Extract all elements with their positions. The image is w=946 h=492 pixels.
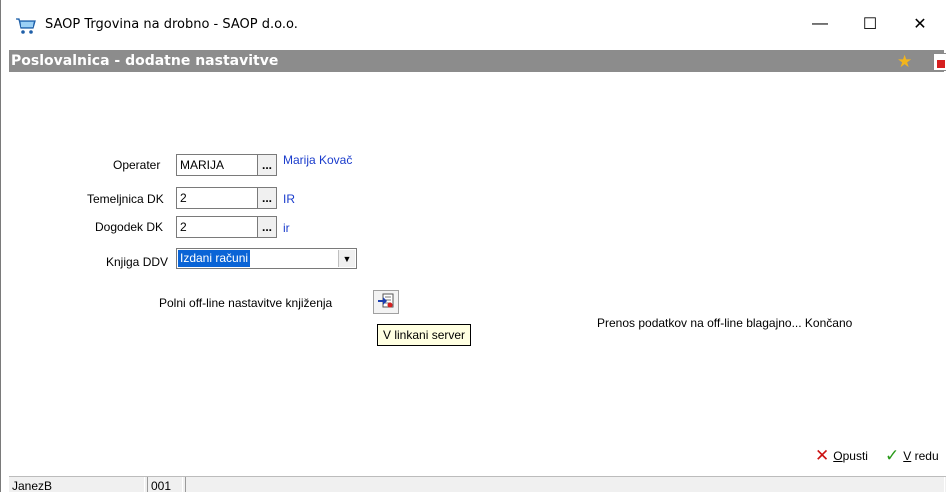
offline-tooltip: V linkani server	[377, 324, 472, 346]
operater-lookup-button[interactable]: ...	[257, 154, 277, 176]
transfer-document-icon	[377, 293, 395, 312]
temeljnica-label: Temeljnica DK	[87, 192, 164, 206]
status-bar: JanezB 001	[9, 476, 946, 492]
form-caption-bar: Poslovalnica - dodatne nastavitve	[9, 50, 944, 72]
form-caption: Poslovalnica - dodatne nastavitve	[11, 53, 279, 69]
app-window: SAOP Trgovina na drobno - SAOP d.o.o. — …	[0, 0, 946, 492]
offline-label: Polni off-line nastavitve knjiženja	[159, 296, 333, 310]
operater-label: Operater	[113, 158, 161, 172]
window-title: SAOP Trgovina na drobno - SAOP d.o.o.	[45, 17, 298, 32]
chevron-down-icon[interactable]: ▼	[338, 250, 355, 267]
temeljnica-lookup-button[interactable]: ...	[257, 187, 277, 209]
temeljnica-field[interactable]: 2	[176, 187, 257, 209]
operater-field[interactable]: MARIJA	[176, 154, 257, 176]
minimize-button[interactable]: —	[797, 9, 843, 39]
cross-icon: ✕	[815, 446, 830, 465]
knjiga-label: Knjiga DDV	[106, 255, 169, 269]
status-extra	[185, 477, 945, 492]
cancel-button[interactable]: ✕ Opusti	[815, 446, 868, 465]
shopping-cart-icon	[15, 17, 37, 35]
cancel-label: pusti	[842, 449, 868, 463]
cancel-mnemonic: O	[833, 449, 843, 463]
document-close-icon[interactable]	[933, 53, 946, 71]
dogodek-description[interactable]: ir	[283, 221, 290, 235]
close-button[interactable]: ✕	[897, 9, 943, 39]
status-user: JanezB	[9, 477, 145, 492]
dogodek-field[interactable]: 2	[176, 216, 257, 238]
operater-description[interactable]: Marija Kovač	[283, 153, 352, 167]
form-content: Operater MARIJA ... Marija Kovač Temeljn…	[9, 72, 946, 470]
dogodek-lookup-button[interactable]: ...	[257, 216, 277, 238]
ok-mnemonic: V	[903, 449, 912, 463]
ok-button[interactable]: ✓ V redu	[885, 446, 939, 465]
maximize-button[interactable]: ☐	[847, 9, 893, 39]
checkmark-icon: ✓	[885, 446, 900, 465]
ok-label: redu	[911, 449, 939, 463]
temeljnica-description[interactable]: IR	[283, 192, 295, 206]
status-code: 001	[147, 477, 183, 492]
transfer-status-message: Prenos podatkov na off-line blagajno... …	[597, 316, 853, 330]
knjiga-selected-value: Izdani računi	[178, 250, 251, 267]
offline-settings-button[interactable]	[373, 290, 399, 314]
dogodek-label: Dogodek DK	[95, 220, 164, 234]
star-icon[interactable]: ★	[897, 52, 912, 72]
knjiga-select[interactable]: Izdani računi ▼	[176, 248, 357, 269]
title-bar: SAOP Trgovina na drobno - SAOP d.o.o. — …	[1, 0, 946, 47]
